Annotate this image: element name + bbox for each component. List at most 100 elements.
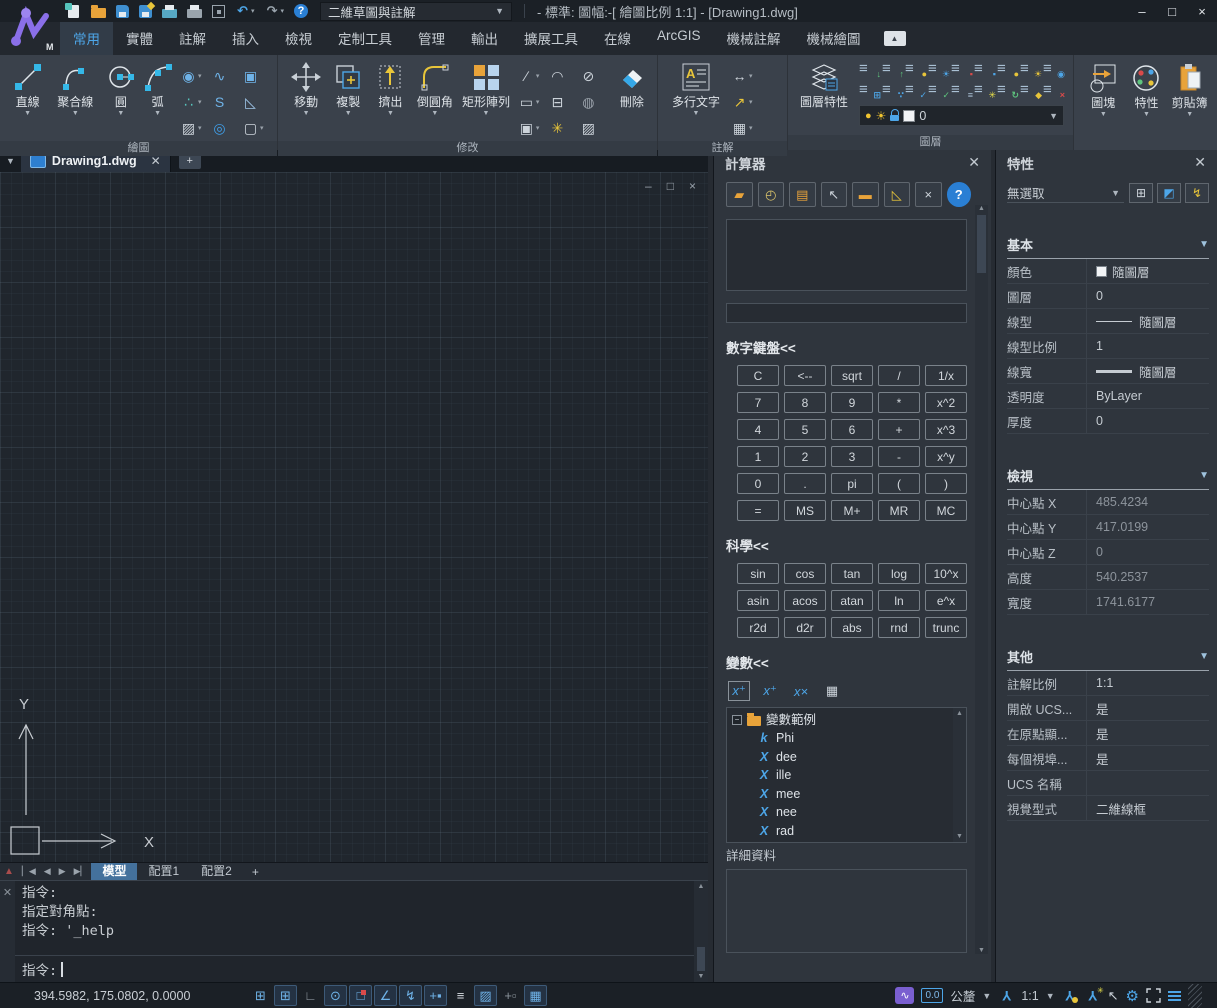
tab-home[interactable]: 常用	[60, 22, 113, 55]
layer-sun-icon[interactable]: ≡☀	[1020, 60, 1040, 77]
calc-key[interactable]: sqrt	[831, 365, 873, 386]
save-button[interactable]: ▾	[112, 1, 133, 21]
trim-icon[interactable]: ∕▾	[518, 63, 549, 89]
fullscreen-icon[interactable]	[1146, 988, 1161, 1003]
annotation-monitor-toggle[interactable]: ▦	[524, 985, 547, 1006]
calc-key[interactable]: MS	[784, 500, 826, 521]
sci-key[interactable]: tan	[831, 563, 873, 584]
scrollbar-thumb[interactable]	[697, 947, 705, 971]
circle-button[interactable]: 圓 ▼	[102, 60, 139, 118]
calc-key[interactable]: 6	[831, 419, 873, 440]
delete-variable-button[interactable]: x×	[790, 681, 812, 701]
sci-key[interactable]: trunc	[925, 617, 967, 638]
tab-mech-annotate[interactable]: 機械註解	[714, 22, 794, 55]
viewport-restore-button[interactable]: □	[667, 179, 674, 193]
calc-key[interactable]: pi	[831, 473, 873, 494]
grid-display-toggle[interactable]: ⊞	[249, 985, 272, 1006]
tab-output[interactable]: 輸出	[458, 22, 511, 55]
calc-measure-distance-icon[interactable]: ▬	[852, 182, 879, 207]
collapse-icon[interactable]: −	[732, 715, 742, 725]
sci-key[interactable]: r2d	[737, 617, 779, 638]
snap-toggle[interactable]: ⊞	[274, 985, 297, 1006]
layout-menu-button[interactable]: ▲	[0, 866, 18, 877]
scale-icon[interactable]: ▭▾	[518, 89, 549, 115]
properties-header[interactable]: 特性 ✕	[996, 150, 1217, 175]
layer-on-icon[interactable]: ≡↑	[882, 60, 902, 77]
viewport-close-button[interactable]: ×	[689, 179, 696, 193]
variables-section-header[interactable]: 變數<<	[726, 652, 971, 672]
selection-cycling-icon[interactable]: ↖	[1108, 988, 1119, 1004]
calc-key[interactable]: 0	[737, 473, 779, 494]
layer-state-icon[interactable]: ≡✓	[928, 81, 948, 98]
selection-dropdown[interactable]: 無選取 ▼	[1007, 183, 1124, 203]
close-document-icon[interactable]: ✕	[151, 154, 161, 168]
sci-key[interactable]: log	[878, 563, 920, 584]
command-input[interactable]: 指令:	[15, 955, 694, 982]
layer-thaw-icon[interactable]: ≡☀	[928, 60, 948, 77]
transparency-toggle[interactable]: ▨	[474, 985, 497, 1006]
calc-measure-angle-icon[interactable]: ◺	[884, 182, 911, 207]
scroll-up-icon[interactable]: ▲	[698, 883, 705, 890]
workspace-dropdown[interactable]: 二維草圖與註解 ▼	[320, 2, 512, 21]
mtext-button[interactable]: A 多行文字 ▼	[665, 60, 727, 118]
calculator-input-box[interactable]	[726, 303, 967, 323]
calc-key[interactable]: C	[737, 365, 779, 386]
variable-vee[interactable]: X vee	[759, 840, 952, 843]
region-icon[interactable]: ◺▾	[242, 89, 273, 115]
variable-mee[interactable]: X mee	[759, 785, 952, 804]
edit-hatch-icon[interactable]: ▨▾	[580, 115, 611, 141]
layer-delete-icon[interactable]: ≡×	[1043, 81, 1063, 98]
calc-intersection-icon[interactable]: ×	[915, 182, 942, 207]
tab-layout1[interactable]: 配置1	[137, 863, 190, 881]
add-layout-button[interactable]: +	[243, 865, 268, 879]
layer-isolate-icon[interactable]: ≡✳	[974, 81, 994, 98]
edit-variable-button[interactable]: x⁺	[759, 681, 781, 701]
tab-layout2[interactable]: 配置2	[190, 863, 243, 881]
variable-nee[interactable]: X nee	[759, 803, 952, 822]
fillet-edge-icon[interactable]: ◠▾	[549, 63, 580, 89]
calc-key[interactable]: *	[878, 392, 920, 413]
stretch-button[interactable]: 擠出 ▼	[369, 60, 411, 118]
layer-off-icon[interactable]: ≡↓	[859, 60, 879, 77]
scientific-section-header[interactable]: 科學<<	[726, 535, 971, 555]
tab-online[interactable]: 在線	[591, 22, 644, 55]
annotation-scale-value[interactable]: 1:1	[1021, 989, 1038, 1003]
layer-bulb-icon[interactable]: ≡●	[997, 60, 1017, 77]
tab-mech-draw[interactable]: 機械繪圖	[794, 22, 874, 55]
resize-grip[interactable]	[1188, 984, 1202, 1008]
prev-layout-button[interactable]: ◀	[40, 866, 55, 877]
units-menu[interactable]: 公釐	[950, 986, 975, 1005]
calculator-history-box[interactable]	[726, 219, 967, 291]
calc-key[interactable]: )	[925, 473, 967, 494]
snap-tracking-toggle[interactable]: ↯	[399, 985, 422, 1006]
calc-key[interactable]: =	[737, 500, 779, 521]
point-icon[interactable]: ∴▾	[180, 89, 211, 115]
calc-key[interactable]: (	[878, 473, 920, 494]
print-button[interactable]: ▾	[183, 1, 206, 21]
calc-paste-to-cmdline-icon[interactable]: ▤	[789, 182, 816, 207]
fillet-button[interactable]: 倒圓角 ▼	[412, 60, 459, 118]
sci-key[interactable]: atan	[831, 590, 873, 611]
calc-key[interactable]: x^y	[925, 446, 967, 467]
sci-key[interactable]: e^x	[925, 590, 967, 611]
sci-key[interactable]: abs	[831, 617, 873, 638]
minimize-ribbon-button[interactable]: ▲	[884, 31, 906, 46]
layers-panel-label[interactable]: 圖層	[788, 135, 1073, 150]
modify-panel-label[interactable]: 修改	[278, 141, 657, 156]
new-drawing-button[interactable]: ▾	[62, 1, 85, 21]
close-button[interactable]: ×	[1187, 4, 1217, 19]
sci-key[interactable]: rnd	[878, 617, 920, 638]
dimension-icon[interactable]: ↔▾	[731, 63, 771, 89]
calc-key[interactable]: x^3	[925, 419, 967, 440]
scroll-down-icon[interactable]: ▼	[698, 973, 705, 980]
variables-tree[interactable]: − 變數範例 k Phi X dee X ille	[726, 707, 967, 843]
sci-key[interactable]: sin	[737, 563, 779, 584]
dynamic-ucs-toggle[interactable]: +▫	[499, 985, 522, 1006]
spline-icon[interactable]: ∿▾	[211, 63, 242, 89]
tab-express-tools[interactable]: 擴展工具	[511, 22, 591, 55]
layer-previous-icon[interactable]: ≡✓	[905, 81, 925, 98]
explode-icon[interactable]: ✳▾	[549, 115, 580, 141]
hatch-icon[interactable]: ▨▾	[180, 115, 211, 141]
close-icon[interactable]: ✕	[968, 154, 980, 171]
boundary-icon[interactable]: ▢▾	[242, 115, 273, 141]
